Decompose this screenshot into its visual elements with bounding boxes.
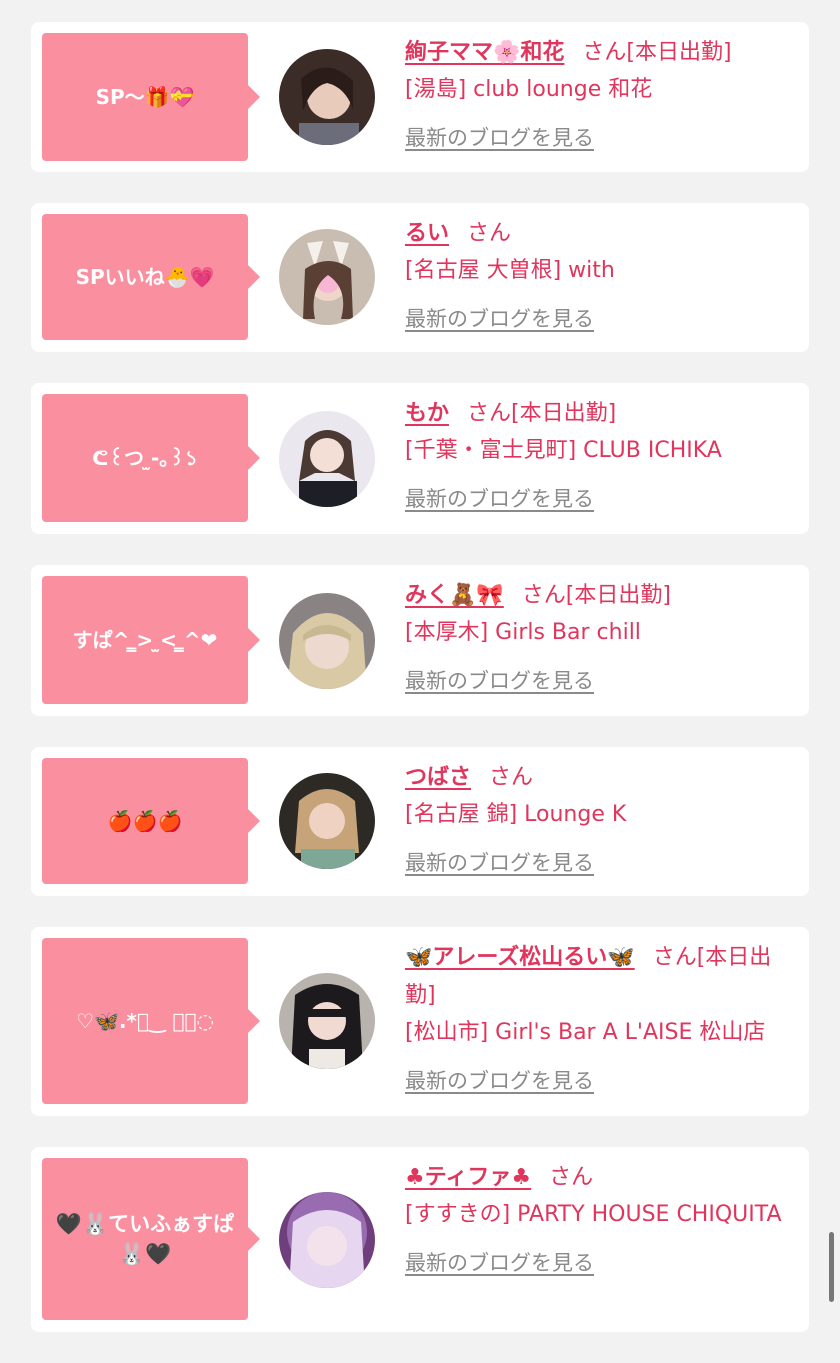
comment-bubble: SPいいね🐣💗 bbox=[42, 214, 260, 340]
cast-status: さん[本日出勤] bbox=[521, 583, 671, 608]
cast-info: 🦋アレーズ松山るい🦋 さん[本日出勤] [松山市] Girl's Bar A L'… bbox=[405, 939, 795, 1099]
cast-status: さん bbox=[489, 765, 534, 790]
cast-info: 絢子ママ🌸和花 さん[本日出勤] [湯島] club lounge 和花 最新のブ… bbox=[405, 34, 795, 156]
cast-info: もか さん[本日出勤] [千葉・富士見町] CLUB ICHIKA 最新のブログを… bbox=[405, 395, 795, 517]
cast-card: ᕦ꒰つ ̫-｡꒱১ もか さん[本日出勤] [千葉・富士見町] CLUB ICHI… bbox=[31, 383, 809, 534]
shop-name: [湯島] club lounge 和花 bbox=[405, 77, 653, 102]
shop-name: [千葉・富士見町] CLUB ICHIKA bbox=[405, 438, 722, 463]
shop-name: [名古屋 錦] Lounge K bbox=[405, 802, 627, 827]
cast-info: るい さん [名古屋 大曽根] with 最新のブログを見る bbox=[405, 215, 795, 337]
cast-avatar[interactable] bbox=[279, 49, 375, 145]
cast-name-link[interactable]: 🦋アレーズ松山るい🦋 bbox=[405, 945, 635, 970]
comment-bubble: ᕦ꒰つ ̫-｡꒱১ bbox=[42, 394, 260, 522]
comment-bubble: ♡🦋.*ﾟ‿ ｡ﾟ◌ bbox=[42, 938, 260, 1104]
cast-info: つばさ さん [名古屋 錦] Lounge K 最新のブログを見る bbox=[405, 759, 795, 881]
shop-name: [本厚木] Girls Bar chill bbox=[405, 620, 641, 645]
cast-avatar[interactable] bbox=[279, 593, 375, 689]
latest-blog-link[interactable]: 最新のブログを見る bbox=[405, 301, 795, 337]
cast-name-link[interactable]: ♣︎ティファ♣︎ bbox=[405, 1165, 531, 1190]
latest-blog-link[interactable]: 最新のブログを見る bbox=[405, 663, 795, 699]
cast-avatar[interactable] bbox=[279, 1192, 375, 1288]
cast-status: さん bbox=[467, 221, 512, 246]
cast-name-link[interactable]: るい bbox=[405, 221, 449, 246]
cast-card: 🖤🐰ていふぁすぱ🐰🖤 ♣︎ティファ♣︎ さん [すすきの] PARTY HOUSE… bbox=[31, 1147, 809, 1332]
shop-name: [すすきの] PARTY HOUSE CHIQUITA bbox=[405, 1202, 782, 1227]
shop-name: [名古屋 大曽根] with bbox=[405, 258, 615, 283]
cast-name-link[interactable]: みく🧸🎀 bbox=[405, 583, 504, 608]
cast-info: ♣︎ティファ♣︎ さん [すすきの] PARTY HOUSE CHIQUITA 最… bbox=[405, 1159, 795, 1281]
cast-status: さん[本日出勤] bbox=[467, 401, 617, 426]
cast-card: SPいいね🐣💗 るい さん [名古屋 大曽根] with 最新のブログを見る bbox=[31, 203, 809, 352]
cast-list: SP〜🎁💝 絢子ママ🌸和花 さん[本日出勤] [湯島] club lounge 和… bbox=[31, 22, 809, 1363]
cast-card: ♡🦋.*ﾟ‿ ｡ﾟ◌ 🦋アレーズ松山るい🦋 さん[本日出勤] [松山市] Girl… bbox=[31, 927, 809, 1116]
cast-avatar[interactable] bbox=[279, 411, 375, 507]
comment-bubble: 🍎🍎🍎 bbox=[42, 758, 260, 884]
cast-avatar[interactable] bbox=[279, 229, 375, 325]
cast-avatar[interactable] bbox=[279, 773, 375, 869]
cast-name-link[interactable]: もか bbox=[405, 401, 449, 426]
comment-bubble: すぱ^ ̳> ̫< ̳^❤ bbox=[42, 576, 260, 704]
cast-avatar[interactable] bbox=[279, 973, 375, 1069]
cast-status: さん bbox=[549, 1165, 594, 1190]
latest-blog-link[interactable]: 最新のブログを見る bbox=[405, 845, 795, 881]
comment-bubble: SP〜🎁💝 bbox=[42, 33, 260, 161]
comment-bubble: 🖤🐰ていふぁすぱ🐰🖤 bbox=[42, 1158, 260, 1320]
cast-status: さん[本日出勤] bbox=[582, 40, 732, 65]
cast-card: すぱ^ ̳> ̫< ̳^❤ みく🧸🎀 さん[本日出勤] [本厚木] Girls B… bbox=[31, 565, 809, 716]
shop-name: [松山市] Girl's Bar A L'AISE 松山店 bbox=[405, 1020, 766, 1045]
cast-card: 🍎🍎🍎 つばさ さん [名古屋 錦] Lounge K 最新のブログを見る bbox=[31, 747, 809, 896]
latest-blog-link[interactable]: 最新のブログを見る bbox=[405, 1063, 795, 1099]
cast-name-link[interactable]: つばさ bbox=[405, 765, 471, 790]
cast-name-link[interactable]: 絢子ママ🌸和花 bbox=[405, 40, 564, 65]
scrollbar[interactable] bbox=[829, 1232, 834, 1302]
cast-card: SP〜🎁💝 絢子ママ🌸和花 さん[本日出勤] [湯島] club lounge 和… bbox=[31, 22, 809, 172]
latest-blog-link[interactable]: 最新のブログを見る bbox=[405, 120, 795, 156]
cast-info: みく🧸🎀 さん[本日出勤] [本厚木] Girls Bar chill 最新のブロ… bbox=[405, 577, 795, 699]
latest-blog-link[interactable]: 最新のブログを見る bbox=[405, 1245, 795, 1281]
latest-blog-link[interactable]: 最新のブログを見る bbox=[405, 481, 795, 517]
